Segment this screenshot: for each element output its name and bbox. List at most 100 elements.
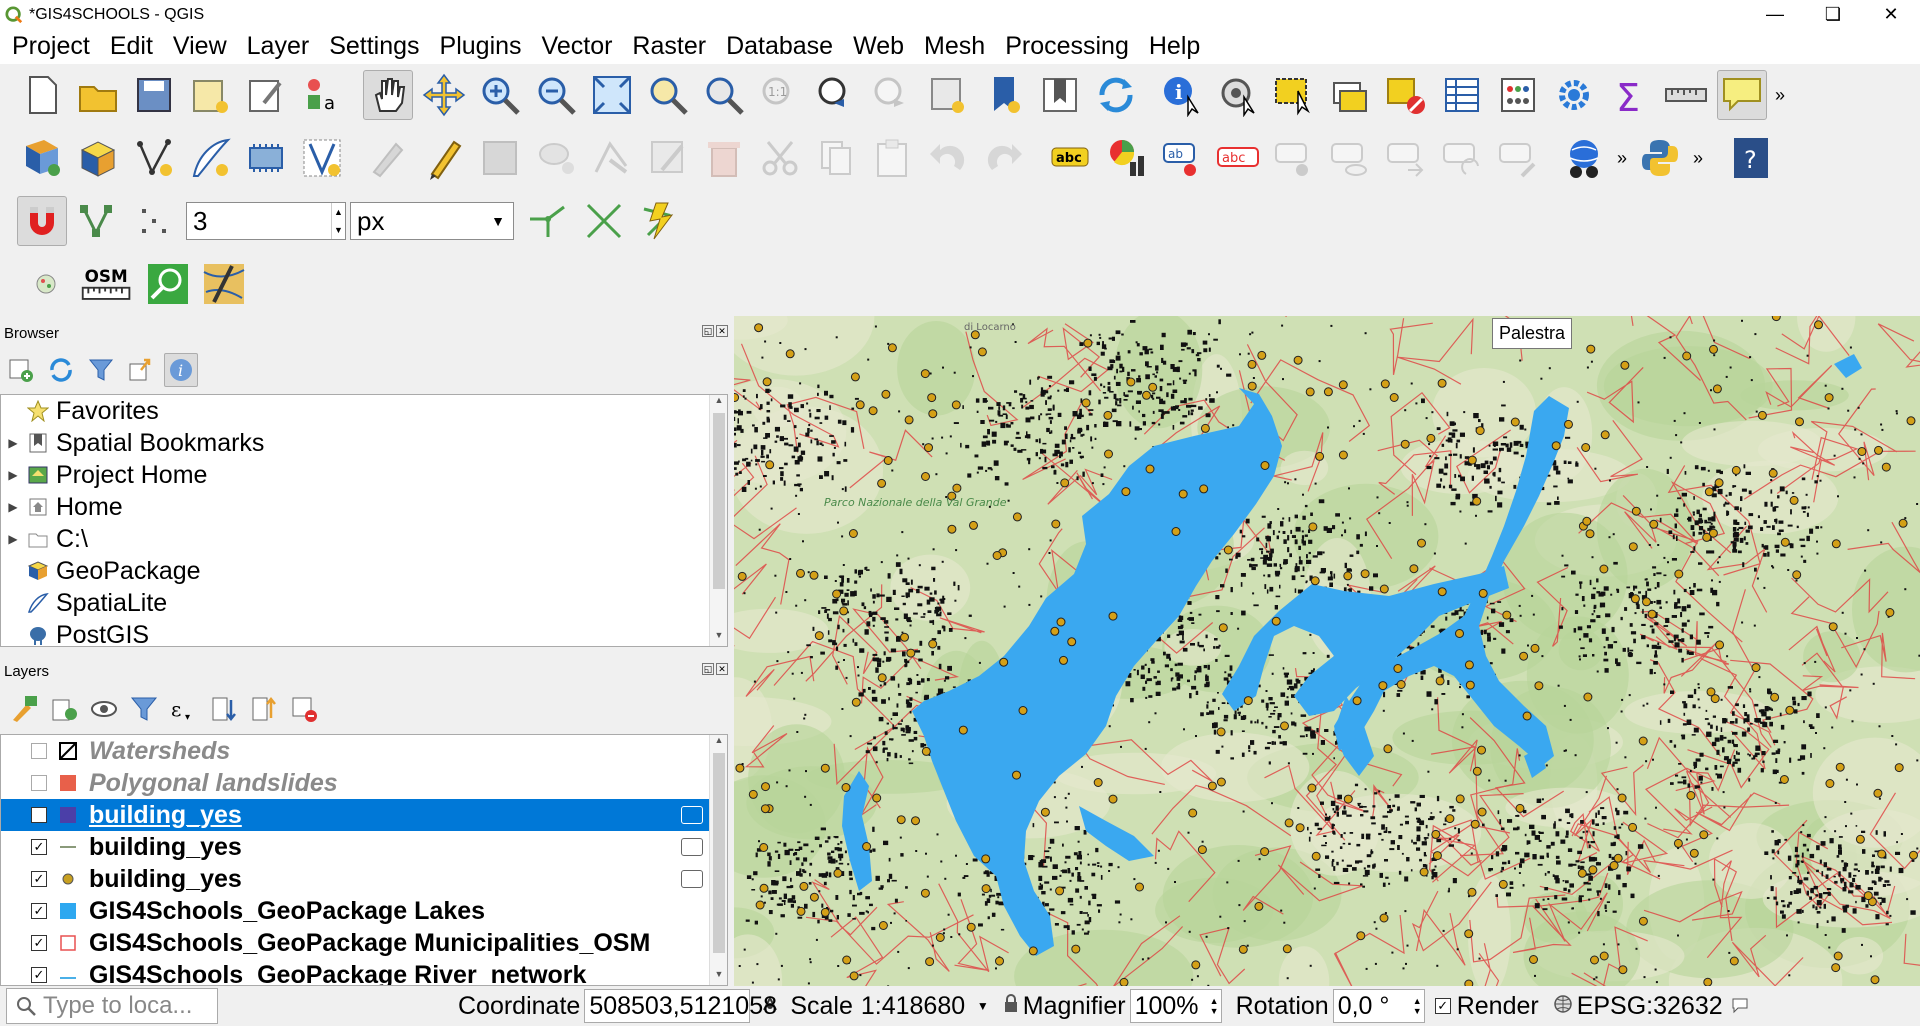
close-panel-icon[interactable]: ✕ — [716, 325, 728, 337]
layer-row-building-yes-polygon[interactable]: ✓ building_yes — [1, 799, 727, 831]
zoom-out-icon[interactable] — [531, 70, 581, 120]
crs-label[interactable]: EPSG:32632 — [1577, 992, 1723, 1021]
browser-item-favorites[interactable]: Favorites — [1, 395, 727, 427]
browser-item-home[interactable]: ▶ Home — [1, 491, 727, 523]
filter-by-expression-icon[interactable]: ε ▾ — [166, 691, 202, 727]
browser-item-geopackage[interactable]: GeoPackage — [1, 555, 727, 587]
highlight-pinned-labels-icon[interactable]: ab — [1157, 133, 1207, 183]
current-edits-icon[interactable] — [363, 133, 413, 183]
map-render[interactable]: di Locarno Parco Nazionale della Val Gra… — [734, 316, 1920, 986]
menu-layer[interactable]: Layer — [237, 29, 320, 64]
collapse-all-icon[interactable] — [124, 353, 158, 387]
menu-database[interactable]: Database — [716, 29, 843, 64]
add-selected-layers-icon[interactable] — [4, 353, 38, 387]
zoom-to-selection-icon[interactable] — [643, 70, 693, 120]
collapse-all-layers-icon[interactable] — [246, 691, 282, 727]
layer-row-lakes[interactable]: ✓ GIS4Schools_GeoPackage Lakes — [1, 895, 727, 927]
new-print-layout-icon[interactable] — [185, 70, 235, 120]
gis-globe-icon[interactable] — [21, 259, 71, 309]
rotation-field[interactable]: 0,0 ° ▲ ▼ — [1332, 989, 1425, 1023]
refresh-icon[interactable] — [1091, 70, 1141, 120]
layer-visibility-checkbox[interactable]: ✓ — [31, 903, 47, 919]
crs-globe-icon[interactable] — [1553, 992, 1573, 1021]
identify-features-icon[interactable]: i — [1157, 70, 1207, 120]
save-layer-edits-icon[interactable] — [475, 133, 525, 183]
toolbar2-overflow-icon[interactable]: » — [1612, 148, 1632, 169]
move-label-icon[interactable] — [1381, 133, 1431, 183]
field-calculator-icon[interactable] — [1493, 70, 1543, 120]
data-source-manager-icon[interactable] — [17, 133, 67, 183]
expand-arrow-icon[interactable]: ▶ — [1, 468, 25, 482]
snapping-magnet-icon[interactable] — [17, 196, 67, 246]
globe-binoculars-icon[interactable] — [1559, 133, 1609, 183]
browser-item-project-home[interactable]: ▶ Project Home — [1, 459, 727, 491]
snap-tolerance-input[interactable]: 3 ▲ ▼ — [186, 202, 346, 240]
topological-editing-icon[interactable] — [523, 196, 573, 246]
rotate-label-icon[interactable] — [1437, 133, 1487, 183]
new-virtual-layer-icon[interactable] — [297, 133, 347, 183]
change-label-properties-icon[interactable] — [1493, 133, 1543, 183]
browser-item-spatialite[interactable]: SpatiaLite — [1, 587, 727, 619]
help-icon[interactable]: ? — [1727, 133, 1777, 183]
new-spatialite-layer-icon[interactable] — [185, 133, 235, 183]
layer-row-building-yes-point[interactable]: ✓ building_yes — [1, 863, 727, 895]
menu-plugins[interactable]: Plugins — [430, 29, 532, 64]
snap-tolerance-points-icon[interactable] — [129, 196, 179, 246]
restore-button[interactable]: ❏ — [1804, 0, 1862, 29]
layer-visibility-checkbox[interactable]: ✓ — [31, 871, 47, 887]
run-feature-action-icon[interactable] — [1213, 70, 1263, 120]
layout-manager-icon[interactable] — [241, 70, 291, 120]
lock-scale-icon[interactable] — [1003, 992, 1019, 1021]
toggle-editing-icon[interactable] — [419, 133, 469, 183]
add-feature-icon[interactable] — [531, 133, 581, 183]
snap-unit-select[interactable]: px ▼ — [350, 202, 514, 240]
layer-filter-icon[interactable] — [681, 838, 703, 856]
statistical-summary-icon[interactable]: Σ — [1605, 70, 1655, 120]
show-hide-labels-icon[interactable] — [1325, 133, 1375, 183]
new-geopackage-layer-icon[interactable] — [73, 133, 123, 183]
layer-filter-icon[interactable] — [681, 870, 703, 888]
menu-vector[interactable]: Vector — [532, 29, 623, 64]
vertex-tool-icon[interactable] — [587, 133, 637, 183]
layer-row-river-network[interactable]: ✓ GIS4Schools_GeoPackage River_network — [1, 959, 727, 985]
menu-settings[interactable]: Settings — [319, 29, 429, 64]
toolbar2b-overflow-icon[interactable]: » — [1688, 148, 1708, 169]
save-project-icon[interactable] — [129, 70, 179, 120]
layer-visibility-checkbox[interactable]: ✓ — [31, 839, 47, 855]
attribute-table-icon[interactable] — [1437, 70, 1487, 120]
layer-diagram-options-icon[interactable] — [1101, 133, 1151, 183]
menu-project[interactable]: Project — [2, 29, 100, 64]
layer-labeling-options-icon[interactable]: abc — [1045, 133, 1095, 183]
layer-visibility-checkbox[interactable]: ✓ — [31, 935, 47, 951]
layers-scroll-thumb[interactable] — [713, 753, 725, 953]
scale-field[interactable]: 1:418680 — [857, 989, 977, 1023]
osm-ruler-icon[interactable]: OSM — [77, 259, 137, 309]
layer-visibility-checkbox[interactable] — [31, 775, 47, 791]
scroll-up-icon[interactable]: ▲ — [710, 395, 727, 411]
refresh-browser-icon[interactable] — [44, 353, 78, 387]
menu-raster[interactable]: Raster — [622, 29, 716, 64]
snap-intersection-icon[interactable] — [579, 196, 629, 246]
map-canvas[interactable]: di Locarno Parco Nazionale della Val Gra… — [734, 316, 1920, 986]
layer-row-municipalities[interactable]: ✓ GIS4Schools_GeoPackage Municipalities_… — [1, 927, 727, 959]
map-tips-icon[interactable] — [1717, 70, 1767, 120]
layer-visibility-checkbox[interactable]: ✓ — [31, 967, 47, 983]
expand-arrow-icon[interactable]: ▶ — [1, 436, 25, 450]
expand-arrow-icon[interactable]: ▶ — [1, 500, 25, 514]
menu-mesh[interactable]: Mesh — [914, 29, 995, 64]
magnifier-field[interactable]: 100% ▲ ▼ — [1129, 989, 1222, 1023]
browser-item-postgis[interactable]: PostGIS — [1, 619, 727, 646]
remove-layer-icon[interactable] — [286, 691, 322, 727]
close-button[interactable]: ✕ — [1862, 0, 1920, 29]
scroll-up-icon[interactable]: ▲ — [710, 735, 727, 751]
coordinate-field[interactable]: 508503,5121058 — [584, 989, 777, 1023]
menu-edit[interactable]: Edit — [100, 29, 163, 64]
expand-arrow-icon[interactable]: ▶ — [1, 532, 25, 546]
layer-visibility-checkbox[interactable] — [31, 743, 47, 759]
add-group-icon[interactable] — [46, 691, 82, 727]
snap-tolerance-spinner[interactable]: ▲ ▼ — [331, 203, 345, 239]
minimize-button[interactable]: — — [1746, 0, 1804, 29]
browser-item-drive-c[interactable]: ▶ C:\ — [1, 523, 727, 555]
menu-processing[interactable]: Processing — [995, 29, 1139, 64]
self-snapping-icon[interactable] — [635, 196, 685, 246]
